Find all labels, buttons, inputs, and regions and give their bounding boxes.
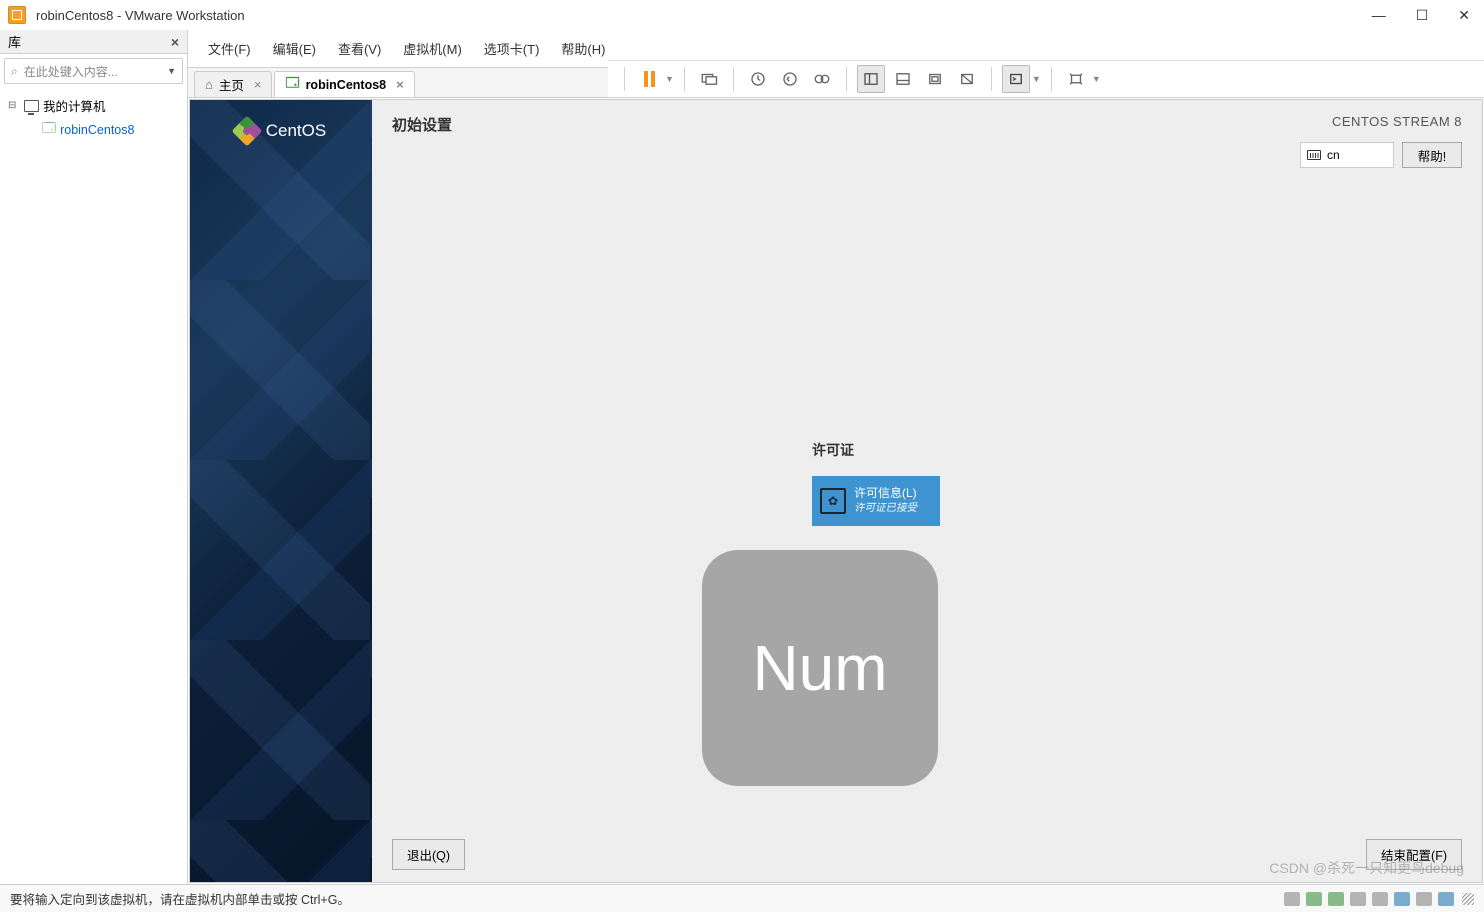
device-printer-icon[interactable]: [1394, 892, 1410, 906]
window-title: robinCentos8 - VMware Workstation: [36, 8, 245, 23]
device-harddisk-icon[interactable]: [1284, 892, 1300, 906]
vm-display[interactable]: CentOS 初始设置 CENTOS STREAM 8 cn 帮助! 许可证 许…: [189, 99, 1483, 883]
device-usb-icon[interactable]: [1350, 892, 1366, 906]
tree-item-robincentos8[interactable]: 🗔 robinCentos8: [4, 117, 183, 143]
centos-logo-icon: [231, 115, 262, 146]
license-section: 许可证 许可信息(L) 许可证已接受: [812, 440, 940, 526]
centos-brand: CentOS: [266, 121, 326, 141]
device-cdrom-icon[interactable]: [1306, 892, 1322, 906]
library-close-button[interactable]: ×: [171, 34, 179, 50]
snapshot-button[interactable]: [744, 65, 772, 93]
toolbar: ▼ ▼ ▼: [608, 60, 1484, 98]
menu-vm[interactable]: 虚拟机(M): [393, 37, 472, 60]
minimize-button[interactable]: —: [1366, 5, 1392, 26]
installer-body: 初始设置 CENTOS STREAM 8 cn 帮助! 许可证 许可信息(L) …: [372, 100, 1482, 882]
library-search[interactable]: ⌕ 在此处键入内容... ▼: [4, 58, 183, 84]
menu-file[interactable]: 文件(F): [198, 37, 261, 60]
menu-tabs[interactable]: 选项卡(T): [474, 37, 550, 60]
statusbar: 要将输入定向到该虚拟机，请在虚拟机内部单击或按 Ctrl+G。: [0, 884, 1484, 912]
computer-icon: [24, 100, 39, 112]
keyboard-layout-selector[interactable]: cn: [1300, 142, 1394, 168]
power-dropdown-icon[interactable]: ▼: [665, 74, 674, 84]
device-sound-icon[interactable]: [1372, 892, 1388, 906]
stretch-guest-button[interactable]: [1062, 65, 1090, 93]
license-heading: 许可证: [812, 440, 940, 460]
console-dropdown-icon[interactable]: ▼: [1032, 74, 1041, 84]
device-display-icon[interactable]: [1416, 892, 1432, 906]
tab-robincentos8[interactable]: 🗔 robinCentos8 ×: [274, 71, 414, 97]
vm-icon: 🗔: [42, 119, 56, 141]
console-view-button[interactable]: [1002, 65, 1030, 93]
pause-icon: [644, 71, 655, 87]
tab-home-label: 主页: [219, 75, 244, 94]
toolbar-separator: [1051, 67, 1052, 91]
tree-root-label: 我的计算机: [43, 96, 106, 115]
window-controls: — ☐ ✕: [1366, 5, 1476, 26]
pause-vm-button[interactable]: [635, 65, 663, 93]
content-area: 文件(F) 编辑(E) 查看(V) 虚拟机(M) 选项卡(T) 帮助(H) ▼: [188, 30, 1484, 884]
send-ctrl-alt-del-button[interactable]: [695, 65, 723, 93]
tab-close-icon[interactable]: ×: [254, 77, 262, 92]
toolbar-separator: [733, 67, 734, 91]
vm-icon: 🗔: [285, 74, 299, 96]
tab-vm-label: robinCentos8: [306, 78, 387, 92]
search-placeholder: 在此处键入内容...: [24, 63, 118, 80]
keyboard-layout-label: cn: [1327, 148, 1340, 162]
close-button[interactable]: ✕: [1452, 5, 1476, 26]
license-icon: [820, 488, 846, 514]
library-tree: ⊟ 我的计算机 🗔 robinCentos8: [0, 88, 187, 149]
search-dropdown-icon[interactable]: ▼: [167, 66, 176, 76]
home-icon: ⌂: [205, 77, 213, 92]
statusbar-hint: 要将输入定向到该虚拟机，请在虚拟机内部单击或按 Ctrl+G。: [10, 889, 350, 908]
license-info-button[interactable]: 许可信息(L) 许可证已接受: [812, 476, 940, 526]
keyboard-icon: [1307, 150, 1321, 160]
menubar: 文件(F) 编辑(E) 查看(V) 虚拟机(M) 选项卡(T) 帮助(H): [188, 37, 625, 60]
toolbar-separator: [684, 67, 685, 91]
license-text: 许可信息(L) 许可证已接受: [854, 486, 917, 515]
revert-snapshot-button[interactable]: [776, 65, 804, 93]
tree-item-label: robinCentos8: [60, 123, 134, 137]
numlock-overlay: Num: [702, 550, 938, 786]
installer-distro: CENTOS STREAM 8: [1332, 114, 1462, 129]
device-extra-icon[interactable]: [1438, 892, 1454, 906]
license-title: 许可信息(L): [854, 486, 917, 502]
library-panel: 库 × ⌕ 在此处键入内容... ▼ ⊟ 我的计算机 🗔 robinCentos…: [0, 30, 188, 884]
snapshot-manager-button[interactable]: [808, 65, 836, 93]
main-area: 库 × ⌕ 在此处键入内容... ▼ ⊟ 我的计算机 🗔 robinCentos…: [0, 30, 1484, 884]
titlebar: robinCentos8 - VMware Workstation — ☐ ✕: [0, 0, 1484, 30]
centos-logo: CentOS: [190, 120, 372, 142]
license-subtitle: 许可证已接受: [854, 502, 917, 516]
toolbar-separator: [624, 67, 625, 91]
menu-help[interactable]: 帮助(H): [551, 37, 615, 60]
unity-button[interactable]: [953, 65, 981, 93]
stretch-dropdown-icon[interactable]: ▼: [1092, 74, 1101, 84]
menu-view[interactable]: 查看(V): [328, 37, 391, 60]
watermark: CSDN @杀死一只知更鸟debug: [1269, 858, 1464, 878]
menu-edit[interactable]: 编辑(E): [263, 37, 326, 60]
exit-button[interactable]: 退出(Q): [392, 839, 465, 870]
show-library-button[interactable]: [857, 65, 885, 93]
centos-sidebar: CentOS: [190, 100, 372, 882]
toolbar-separator: [991, 67, 992, 91]
search-icon: ⌕: [11, 64, 18, 79]
help-button[interactable]: 帮助!: [1402, 142, 1462, 168]
resize-grip[interactable]: [1462, 893, 1474, 905]
vmware-app-icon: [8, 6, 26, 24]
library-header: 库 ×: [0, 30, 187, 54]
toolbar-separator: [846, 67, 847, 91]
tab-close-icon[interactable]: ×: [396, 77, 404, 92]
thumbnail-bar-button[interactable]: [889, 65, 917, 93]
tab-home[interactable]: ⌂ 主页 ×: [194, 71, 272, 97]
tree-collapse-icon[interactable]: ⊟: [8, 100, 20, 111]
library-title: 库: [8, 32, 21, 51]
fullscreen-button[interactable]: [921, 65, 949, 93]
installer-title: 初始设置: [392, 114, 452, 135]
maximize-button[interactable]: ☐: [1410, 5, 1435, 26]
device-indicators: [1284, 892, 1454, 906]
tree-root-my-computer[interactable]: ⊟ 我的计算机: [4, 94, 183, 117]
device-network-icon[interactable]: [1328, 892, 1344, 906]
